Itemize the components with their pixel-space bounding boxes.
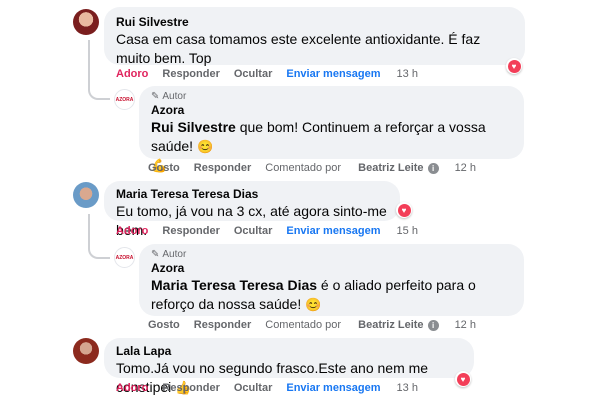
reply-bubble-azora-2: ✎ Autor Azora Maria Teresa Teresa Dias é… <box>139 244 524 316</box>
reply-button[interactable]: Responder <box>194 162 251 174</box>
thread-connector <box>88 40 110 100</box>
reply-bubble-azora-1: ✎ Autor Azora Rui Silvestre que bom! Con… <box>139 86 524 173</box>
comment-actions: Adoro Responder Ocultar Enviar mensagem … <box>116 382 432 394</box>
reply-author[interactable]: Azora <box>151 260 512 276</box>
timestamp[interactable]: 12 h <box>455 319 476 331</box>
commented-by-prefix: Comentado por <box>265 319 342 331</box>
comment-author[interactable]: Lala Lapa <box>116 343 462 359</box>
reply-button[interactable]: Responder <box>162 225 219 237</box>
love-button[interactable]: Adoro <box>116 225 148 237</box>
timestamp[interactable]: 13 h <box>397 68 418 80</box>
reply-button[interactable]: Responder <box>162 382 219 394</box>
avatar-lala-lapa[interactable] <box>73 338 99 364</box>
heart-icon: ♥ <box>456 372 470 386</box>
reaction-badge[interactable]: ♥ <box>506 58 522 74</box>
comment-bubble-lala: Lala Lapa Tomo.Já vou no segundo frasco.… <box>104 338 474 395</box>
heart-icon: ♥ <box>507 59 521 73</box>
hide-button[interactable]: Ocultar <box>234 225 273 237</box>
comment-bubble-maria: Maria Teresa Teresa Dias Eu tomo, já vou… <box>104 181 400 238</box>
timestamp[interactable]: 13 h <box>397 382 418 394</box>
author-badge: ✎ Autor <box>151 249 512 260</box>
comment-bubble-rui: Rui Silvestre Casa em casa tomamos este … <box>104 7 525 66</box>
info-icon[interactable]: i <box>427 162 439 174</box>
author-badge-label: Autor <box>162 249 187 260</box>
love-button[interactable]: Adoro <box>116 382 148 394</box>
pencil-icon: ✎ <box>151 91 160 102</box>
smile-emoji: 😊 <box>196 139 214 154</box>
commented-by-name[interactable]: Beatriz Leite <box>358 319 423 331</box>
commented-by-name[interactable]: Beatriz Leite <box>358 162 423 174</box>
timestamp[interactable]: 12 h <box>455 162 476 174</box>
comment-actions: Adoro Responder Ocultar Enviar mensagem … <box>116 68 432 80</box>
send-message-button[interactable]: Enviar mensagem <box>286 382 380 394</box>
commented-by-prefix: Comentado por <box>265 162 342 174</box>
reply-author[interactable]: Azora <box>151 102 512 118</box>
mention-link[interactable]: Maria Teresa Teresa Dias <box>151 277 317 293</box>
reply-actions: Gosto Responder Comentado por Beatriz Le… <box>148 162 490 174</box>
author-badge-label: Autor <box>162 91 187 102</box>
info-icon[interactable]: i <box>427 319 439 331</box>
commented-by: Comentado por Beatriz Leite <box>265 319 423 331</box>
send-message-button[interactable]: Enviar mensagem <box>286 68 380 80</box>
hide-button[interactable]: Ocultar <box>234 68 273 80</box>
thread-connector <box>88 214 110 259</box>
reaction-badge[interactable]: ♥ <box>396 202 412 218</box>
comment-author[interactable]: Maria Teresa Teresa Dias <box>116 186 388 202</box>
avatar-azora[interactable]: AZORA <box>114 247 135 268</box>
smile-emoji: 😊 <box>305 297 322 312</box>
commented-by: Comentado por Beatriz Leite <box>265 162 423 174</box>
avatar-azora[interactable]: AZORA <box>114 89 135 110</box>
hide-button[interactable]: Ocultar <box>234 382 273 394</box>
reply-text: Maria Teresa Teresa Dias é o aliado perf… <box>151 276 512 314</box>
reply-button[interactable]: Responder <box>162 68 219 80</box>
comment-author[interactable]: Rui Silvestre <box>116 14 513 30</box>
reaction-badge[interactable]: ♥ <box>455 371 471 387</box>
timestamp[interactable]: 15 h <box>397 225 418 237</box>
mention-link[interactable]: Rui Silvestre <box>151 119 236 135</box>
reply-button[interactable]: Responder <box>194 319 251 331</box>
send-message-button[interactable]: Enviar mensagem <box>286 225 380 237</box>
avatar-rui-silvestre[interactable] <box>73 9 99 35</box>
like-button[interactable]: Gosto <box>148 162 180 174</box>
author-badge: ✎ Autor <box>151 91 512 102</box>
love-button[interactable]: Adoro <box>116 68 148 80</box>
azora-logo: AZORA <box>115 254 134 261</box>
comment-actions: Adoro Responder Ocultar Enviar mensagem … <box>116 225 432 237</box>
pencil-icon: ✎ <box>151 249 160 260</box>
reply-actions: Gosto Responder Comentado por Beatriz Le… <box>148 319 490 331</box>
comment-text: Casa em casa tomamos este excelente anti… <box>116 31 481 66</box>
azora-logo: AZORA <box>115 96 134 103</box>
heart-icon: ♥ <box>397 203 411 217</box>
avatar-maria-teresa[interactable] <box>73 182 99 208</box>
like-button[interactable]: Gosto <box>148 319 180 331</box>
